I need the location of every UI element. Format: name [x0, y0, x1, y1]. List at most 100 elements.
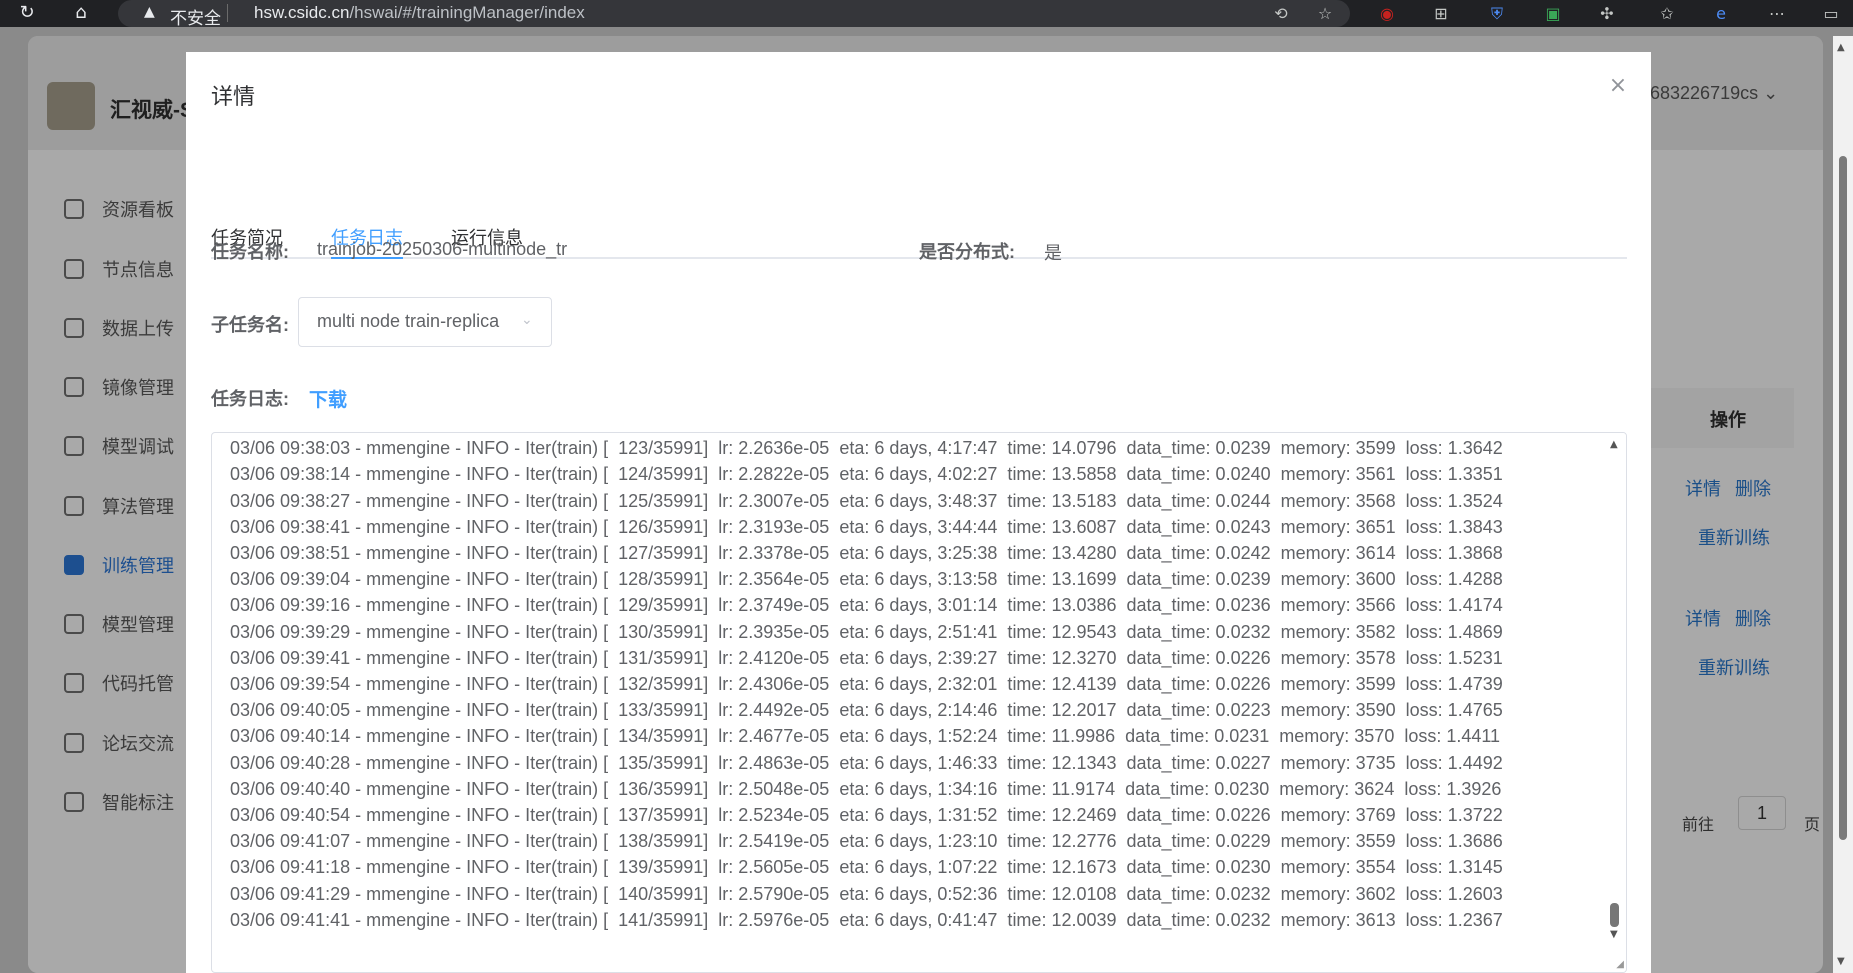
log-label: 任务日志:: [211, 389, 289, 409]
address-divider: [227, 4, 228, 22]
log-line: 03/06 09:38:14 - mmengine - INFO - Iter(…: [230, 464, 1503, 485]
edge-collections-icon[interactable]: e: [1710, 3, 1732, 25]
sidebar-item-label: 镜像管理: [102, 378, 174, 398]
log-line: 03/06 09:38:51 - mmengine - INFO - Iter(…: [230, 543, 1503, 564]
translate-icon[interactable]: ⟲: [1270, 3, 1292, 25]
home-icon[interactable]: ⌂: [70, 2, 92, 24]
user-name: 683226719cs: [1650, 83, 1759, 103]
sidebar-item-models[interactable]: 模型管理: [64, 609, 174, 639]
security-label: 不安全: [170, 9, 221, 29]
resize-grip-icon[interactable]: ◢: [1616, 959, 1624, 970]
chat-icon: [64, 733, 84, 753]
sidebar-item-code[interactable]: 代码托管: [64, 668, 174, 698]
distributed-value: 是: [1044, 243, 1062, 263]
row2-delete-link[interactable]: 删除: [1735, 605, 1771, 631]
log-scrollbar-thumb[interactable]: [1610, 903, 1619, 927]
dialog-title: 详情: [211, 84, 256, 109]
log-line: 03/06 09:41:29 - mmengine - INFO - Iter(…: [230, 883, 1503, 904]
scroll-up-icon[interactable]: ▲: [1837, 42, 1845, 53]
sidebar-item-label: 节点信息: [102, 260, 174, 280]
row1-retrain-link[interactable]: 重新训练: [1698, 524, 1770, 550]
extension-shield-icon[interactable]: ⛨: [1486, 3, 1508, 25]
browser-toolbar: ↻ ⌂ ▲ 不安全 hsw.csidc.cn/hswai/#/trainingM…: [0, 0, 1853, 29]
log-content: 03/06 09:37:50 - mmengine - INFO - Iter(…: [230, 433, 1600, 933]
sidebar-item-resources[interactable]: 资源看板: [64, 194, 174, 224]
row1-detail-link[interactable]: 详情: [1685, 475, 1721, 501]
row1-delete-link[interactable]: 删除: [1735, 475, 1771, 501]
chevron-down-icon: ⌄: [1763, 83, 1779, 103]
log-scrollbar[interactable]: ▲ ▼: [1604, 433, 1626, 972]
log-line: 03/06 09:39:04 - mmengine - INFO - Iter(…: [230, 569, 1503, 590]
gear-icon: [64, 436, 84, 456]
sidebar-item-labeling[interactable]: 智能标注: [64, 787, 174, 817]
url-path: /hswai/#/trainingManager/index: [349, 3, 585, 22]
extension-green-icon[interactable]: ▣: [1542, 3, 1564, 25]
task-name-label: 任务名称:: [211, 242, 289, 262]
log-line: 03/06 09:39:29 - mmengine - INFO - Iter(…: [230, 621, 1503, 642]
log-line: 03/06 09:38:03 - mmengine - INFO - Iter(…: [230, 438, 1503, 459]
pager-unit-label: 页: [1804, 817, 1821, 834]
sidebar-item-debug[interactable]: 模型调试: [64, 431, 174, 461]
address-bar[interactable]: ▲ 不安全 hsw.csidc.cn/hswai/#/trainingManag…: [118, 0, 1350, 29]
sidebar-item-algorithms[interactable]: 算法管理: [64, 491, 174, 521]
log-line: 03/06 09:38:41 - mmengine - INFO - Iter(…: [230, 516, 1503, 537]
log-line: 03/06 09:38:27 - mmengine - INFO - Iter(…: [230, 490, 1503, 511]
scroll-down-icon[interactable]: ▼: [1837, 956, 1845, 967]
sidebar-item-images[interactable]: 镜像管理: [64, 372, 174, 402]
task-name-value: trainjob-20250306-multinode_tr: [317, 239, 568, 259]
subtask-select-value: multi node train-replica: [317, 311, 500, 331]
sidebar-item-nodes[interactable]: 节点信息: [64, 254, 174, 284]
log-line: 03/06 09:39:16 - mmengine - INFO - Iter(…: [230, 595, 1503, 616]
dashboard-icon: [64, 199, 84, 219]
sidebar-item-training[interactable]: 训练管理: [64, 550, 174, 580]
image-icon: [64, 377, 84, 397]
extension-grid-icon[interactable]: ⊞: [1430, 3, 1452, 25]
extensions-puzzle-icon[interactable]: ✣: [1596, 3, 1618, 25]
sidebar-item-label: 代码托管: [102, 674, 174, 694]
favorites-icon[interactable]: ✩: [1656, 3, 1678, 25]
sidebar-item-label: 模型管理: [102, 615, 174, 635]
table-op-header: 操作: [1710, 410, 1746, 430]
user-menu[interactable]: 683226719cs ⌄: [1650, 83, 1778, 104]
pager-page-input[interactable]: 1: [1738, 796, 1786, 830]
app-logo: [47, 82, 95, 130]
favorite-star-icon[interactable]: ☆: [1314, 3, 1336, 25]
pager-goto-label: 前往: [1682, 817, 1715, 834]
sidebar-item-upload[interactable]: 数据上传: [64, 313, 174, 343]
log-line: 03/06 09:41:07 - mmengine - INFO - Iter(…: [230, 831, 1503, 852]
chevron-down-icon: ⌄: [521, 312, 533, 328]
log-line: 03/06 09:40:40 - mmengine - INFO - Iter(…: [230, 778, 1502, 799]
subtask-select[interactable]: multi node train-replica ⌄: [298, 297, 552, 347]
sidebar-item-label: 算法管理: [102, 497, 174, 517]
scroll-up-icon[interactable]: ▲: [1610, 439, 1618, 450]
warning-icon: ▲: [144, 4, 155, 20]
url-text: hsw.csidc.cn/hswai/#/trainingManager/ind…: [254, 3, 585, 23]
sidebar-item-label: 数据上传: [102, 319, 174, 339]
log-line: 03/06 09:40:14 - mmengine - INFO - Iter(…: [230, 726, 1501, 747]
row2-retrain-link[interactable]: 重新训练: [1698, 654, 1770, 680]
reload-icon[interactable]: ↻: [16, 2, 38, 24]
code-icon: [64, 673, 84, 693]
download-link[interactable]: 下载: [309, 385, 347, 412]
more-menu-icon[interactable]: ⋯: [1766, 3, 1788, 25]
scroll-down-icon[interactable]: ▼: [1610, 929, 1618, 940]
subtask-label: 子任务名:: [211, 315, 289, 335]
chart-icon: [64, 318, 84, 338]
sidebar-toggle-icon[interactable]: ▭: [1820, 3, 1842, 25]
sliders-icon: [64, 259, 84, 279]
scrollbar-thumb[interactable]: [1839, 156, 1847, 840]
close-icon[interactable]: ×: [1606, 74, 1630, 98]
sidebar-item-forum[interactable]: 论坛交流: [64, 728, 174, 758]
sidebar-item-label: 论坛交流: [102, 734, 174, 754]
tag-icon: [64, 792, 84, 812]
log-textarea[interactable]: 03/06 09:37:50 - mmengine - INFO - Iter(…: [211, 432, 1627, 973]
extension-red-icon[interactable]: ◉: [1376, 3, 1398, 25]
log-line: 03/06 09:39:41 - mmengine - INFO - Iter(…: [230, 647, 1503, 668]
list-icon: [64, 555, 84, 575]
row2-detail-link[interactable]: 详情: [1685, 605, 1721, 631]
log-line: 03/06 09:39:54 - mmengine - INFO - Iter(…: [230, 674, 1503, 695]
page-scrollbar[interactable]: ▲ ▼: [1833, 36, 1853, 973]
url-host: hsw.csidc.cn: [254, 3, 350, 22]
model-icon: [64, 614, 84, 634]
detail-dialog: 详情 × 任务简况 任务日志 运行信息 任务名称: trainjob-20250…: [186, 52, 1651, 973]
